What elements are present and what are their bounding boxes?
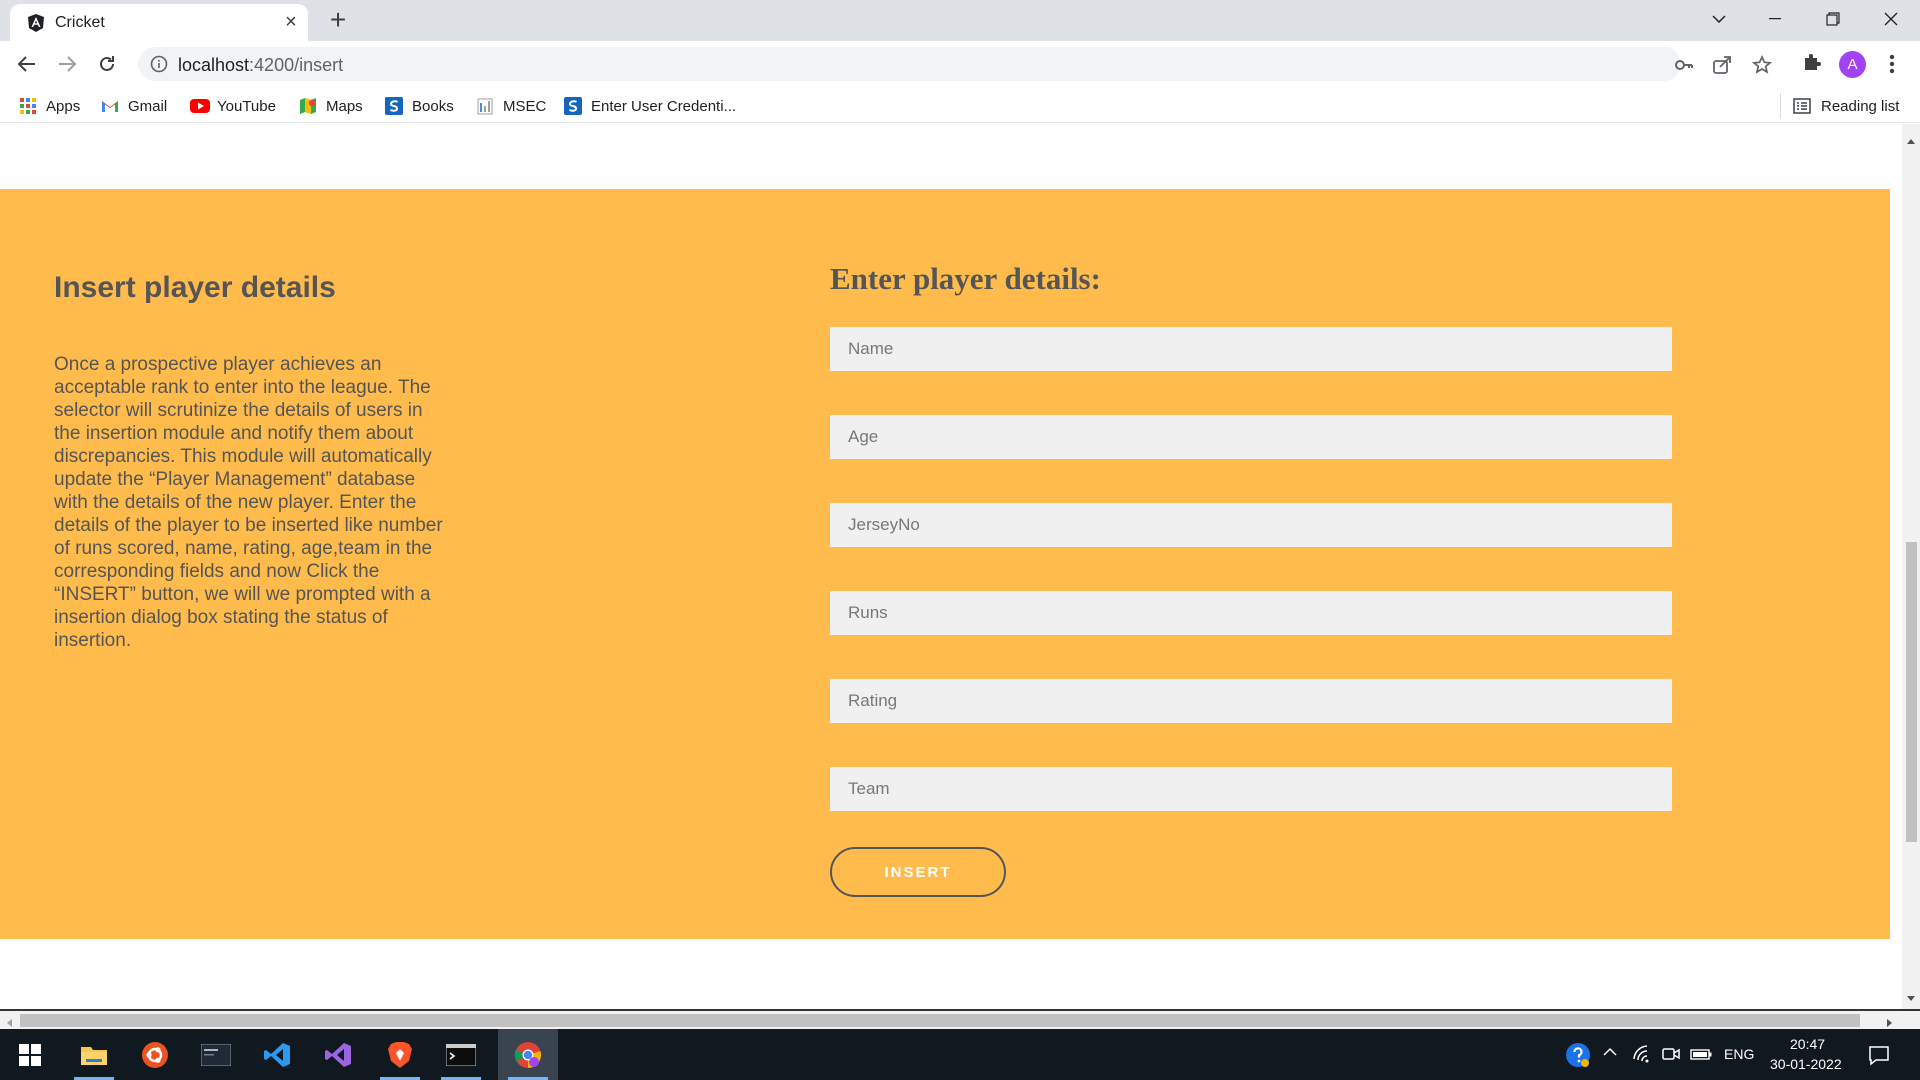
scroll-down-icon[interactable]	[1906, 990, 1916, 1001]
restore-icon[interactable]	[1804, 0, 1862, 38]
rating-input[interactable]	[830, 679, 1672, 723]
bookmark-label: Gmail	[128, 97, 168, 115]
reload-icon[interactable]	[93, 50, 121, 78]
bookmark-apps[interactable]: Apps	[19, 95, 80, 117]
brave-browser-icon[interactable]	[370, 1029, 430, 1080]
bookmarks-bar: Apps Gmail YouTube Maps Books MSEC Enter…	[0, 87, 1920, 123]
maps-icon	[299, 97, 317, 115]
horizontal-scroll-thumb[interactable]	[20, 1014, 1860, 1027]
show-hidden-icons-icon[interactable]	[1602, 1044, 1624, 1066]
tab-strip: Cricket × +	[0, 0, 1920, 41]
battery-icon[interactable]	[1690, 1044, 1712, 1066]
clock-time[interactable]: 20:47	[1790, 1036, 1825, 1052]
minimize-icon[interactable]	[1746, 0, 1804, 38]
tab-title: Cricket	[55, 14, 105, 31]
bookmark-label: Apps	[46, 97, 81, 115]
forward-icon[interactable]	[53, 50, 81, 78]
bookmark-label: Maps	[326, 97, 363, 115]
scroll-up-icon[interactable]	[1906, 134, 1916, 144]
jersey-number-input[interactable]	[830, 503, 1672, 547]
name-input[interactable]	[830, 327, 1672, 371]
more-menu-icon[interactable]	[1882, 51, 1902, 77]
url-path: :4200/insert	[249, 55, 344, 75]
url-host: localhost	[178, 55, 250, 75]
file-explorer-icon[interactable]	[64, 1029, 124, 1080]
msec-icon	[476, 97, 494, 115]
bookmarks-divider	[1780, 93, 1781, 119]
team-input[interactable]	[830, 767, 1672, 811]
close-tab-icon[interactable]: ×	[280, 11, 302, 33]
profile-avatar[interactable]: A	[1839, 51, 1866, 78]
bookmark-label: YouTube	[217, 97, 276, 115]
apps-grid-icon	[19, 97, 37, 115]
screen: Cricket × + localhost:4200/insert A Apps…	[0, 0, 1920, 1080]
bookmark-star-icon[interactable]	[1751, 54, 1773, 75]
vscode-icon[interactable]	[247, 1029, 307, 1080]
clock-date[interactable]: 30-01-2022	[1770, 1056, 1842, 1072]
bookmark-label: MSEC	[503, 97, 547, 115]
insert-button[interactable]: INSERT	[830, 847, 1006, 897]
language-indicator[interactable]: ENG	[1724, 1046, 1754, 1062]
wifi-icon[interactable]	[1632, 1044, 1654, 1066]
credentials-icon	[564, 97, 582, 115]
reading-list-label: Reading list	[1821, 97, 1900, 115]
notifications-icon[interactable]	[1868, 1044, 1890, 1066]
bookmark-books[interactable]: Books	[385, 95, 454, 117]
gmail-icon	[101, 97, 119, 115]
new-tab-icon[interactable]: +	[324, 6, 352, 34]
info-title: Insert player details	[54, 271, 336, 304]
visual-studio-icon[interactable]	[308, 1029, 368, 1080]
horizontal-scrollbar[interactable]	[0, 1009, 1920, 1029]
share-icon[interactable]	[1712, 55, 1732, 75]
scroll-right-icon[interactable]	[1884, 1015, 1894, 1027]
browser-toolbar: localhost:4200/insert A	[0, 41, 1920, 87]
tab-search-icon[interactable]	[1690, 0, 1748, 38]
address-bar[interactable]: localhost:4200/insert	[138, 47, 1773, 81]
help-icon[interactable]	[1565, 1042, 1590, 1067]
bookmark-gmail[interactable]: Gmail	[101, 95, 167, 117]
angular-favicon-icon	[26, 13, 46, 33]
taskbar: ENG 20:47 30-01-2022	[0, 1029, 1920, 1080]
reading-list-button[interactable]: Reading list	[1793, 95, 1899, 117]
bookmark-label: Books	[412, 97, 454, 115]
bookmark-youtube[interactable]: YouTube	[190, 95, 276, 117]
close-window-icon[interactable]	[1862, 0, 1920, 38]
age-input[interactable]	[830, 415, 1672, 459]
youtube-icon	[190, 97, 210, 115]
form-title: Enter player details:	[830, 261, 1101, 296]
runs-input[interactable]	[830, 591, 1672, 635]
bookmark-credentials[interactable]: Enter User Credenti...	[564, 95, 736, 117]
extensions-puzzle-icon[interactable]	[1801, 51, 1825, 75]
bookmark-msec[interactable]: MSEC	[476, 95, 546, 117]
ubuntu-icon[interactable]	[125, 1029, 185, 1080]
back-icon[interactable]	[13, 50, 41, 78]
windows-start-icon[interactable]	[0, 1029, 60, 1080]
reading-list-icon	[1793, 97, 1811, 115]
vertical-scroll-thumb[interactable]	[1906, 542, 1917, 842]
page-viewport: Insert player details Once a prospective…	[0, 124, 1902, 1009]
bookmark-label: Enter User Credenti...	[591, 97, 737, 115]
books-icon	[385, 97, 403, 115]
terminal-icon[interactable]	[431, 1029, 491, 1080]
info-description: Once a prospective player achieves an ac…	[54, 354, 443, 651]
browser-tab[interactable]: Cricket ×	[10, 4, 308, 41]
mysql-terminal-icon[interactable]	[186, 1029, 246, 1080]
scroll-left-icon[interactable]	[5, 1015, 15, 1027]
bookmark-maps[interactable]: Maps	[299, 95, 363, 117]
chrome-icon[interactable]	[498, 1029, 558, 1080]
vertical-scrollbar[interactable]	[1902, 124, 1920, 1009]
key-icon[interactable]	[1674, 55, 1694, 75]
insert-section: Insert player details Once a prospective…	[0, 189, 1890, 939]
meet-now-icon[interactable]	[1661, 1044, 1683, 1066]
url-text[interactable]: localhost:4200/insert	[178, 55, 343, 76]
site-info-icon[interactable]	[150, 55, 168, 73]
